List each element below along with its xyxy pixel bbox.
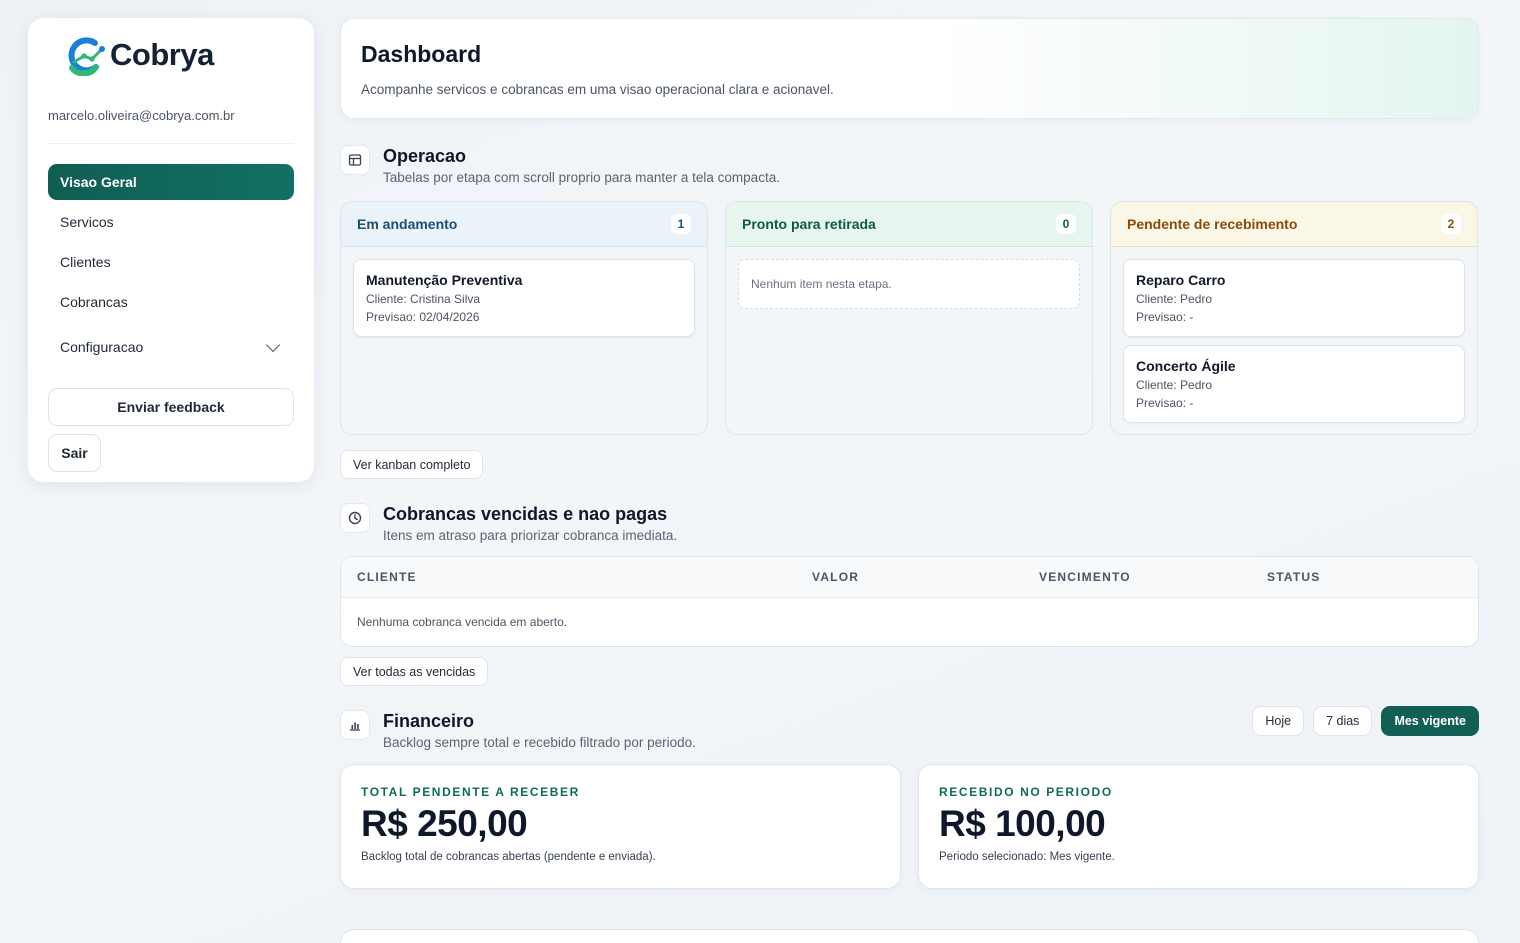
column-header: Pronto para retirada 0 — [726, 202, 1092, 247]
column-header-valor[interactable]: VALOR — [812, 570, 1039, 584]
operacao-title: Operacao — [383, 146, 467, 166]
column-header: Pendente de recebimento 2 — [1111, 202, 1477, 247]
service-title: Reparo Carro — [1136, 272, 1226, 288]
period-filter: Hoje 7 dias Mes vigente — [1252, 706, 1479, 736]
financeiro-section-header: Financeiro Backlog sempre total e recebi… — [340, 706, 1479, 750]
main-nav: Visao Geral Servicos Clientes Cobrancas … — [48, 164, 294, 366]
operacao-section-header: Operacao Tabelas por etapa com scroll pr… — [340, 145, 1479, 185]
service-forecast: Previsao: - — [1136, 310, 1194, 324]
service-client: Cliente: Pedro — [1136, 292, 1213, 306]
vencidas-title: Cobrancas vencidas e nao pagas — [383, 504, 668, 524]
send-feedback-button[interactable]: Enviar feedback — [48, 388, 294, 426]
service-forecast: Previsao: - — [1136, 396, 1194, 410]
brand-logo[interactable]: Cobrya — [62, 34, 294, 77]
financial-summary: TOTAL PENDENTE A RECEBER R$ 250,00 Backl… — [340, 764, 1479, 889]
table-header: CLIENTE VALOR VENCIMENTO STATUS — [341, 557, 1478, 598]
service-card[interactable]: Manutenção Preventiva Cliente: Cristina … — [353, 259, 695, 337]
table-icon — [340, 145, 370, 175]
service-client: Cliente: Pedro — [1136, 378, 1213, 392]
next-section-card — [340, 929, 1479, 943]
page-title: Dashboard — [361, 41, 482, 67]
chevron-down-icon — [265, 337, 281, 353]
column-header: Em andamento 1 — [341, 202, 707, 247]
kanban-column-pendente-de-recebimento: Pendente de recebimento 2 Reparo Carro C… — [1110, 201, 1478, 435]
view-full-kanban-button[interactable]: Ver kanban completo — [340, 450, 484, 479]
operacao-subtitle: Tabelas por etapa com scroll proprio par… — [383, 170, 780, 185]
nav-item-configuracao-label: Configuracao — [60, 339, 144, 355]
user-email: marcelo.oliveira@cobrya.com.br — [48, 108, 294, 144]
clock-icon — [340, 503, 370, 533]
nav-item-configuracao[interactable]: Configuracao — [48, 328, 294, 366]
cobrya-logo-icon — [62, 34, 108, 77]
period-7-days-button[interactable]: 7 dias — [1313, 706, 1373, 736]
logout-button[interactable]: Sair — [48, 434, 101, 472]
financeiro-subtitle: Backlog sempre total e recebido filtrado… — [383, 735, 696, 750]
dashboard-header: Dashboard Acompanhe servicos e cobrancas… — [340, 18, 1479, 119]
main-content: Dashboard Acompanhe servicos e cobrancas… — [340, 18, 1479, 889]
column-header-cliente[interactable]: CLIENTE — [357, 570, 812, 584]
received-period-note: Periodo selecionado: Mes vigente. — [939, 851, 1115, 863]
column-count-badge: 0 — [1056, 214, 1076, 234]
view-all-overdue-button[interactable]: Ver todas as vencidas — [340, 657, 489, 686]
service-card[interactable]: Concerto Ágile Cliente: Pedro Previsao: … — [1123, 345, 1465, 423]
column-title: Em andamento — [357, 216, 458, 232]
service-title: Concerto Ágile — [1136, 358, 1236, 374]
column-header-vencimento[interactable]: VENCIMENTO — [1039, 570, 1267, 584]
nav-item-clientes[interactable]: Clientes — [48, 244, 294, 280]
service-forecast: Previsao: 02/04/2026 — [366, 310, 480, 324]
vencidas-section-header: Cobrancas vencidas e nao pagas Itens em … — [340, 503, 1479, 543]
column-title: Pronto para retirada — [742, 216, 876, 232]
nav-item-visao-geral[interactable]: Visao Geral — [48, 164, 294, 200]
total-pending-note: Backlog total de cobrancas abertas (pend… — [361, 851, 656, 863]
brand-name: Cobrya — [110, 37, 214, 72]
vencidas-subtitle: Itens em atraso para priorizar cobranca … — [383, 528, 678, 543]
empty-table-message: Nenhuma cobranca vencida em aberto. — [357, 615, 568, 629]
sidebar: Cobrya marcelo.oliveira@cobrya.com.br Vi… — [28, 18, 314, 482]
kanban-column-em-andamento: Em andamento 1 Manutenção Preventiva Cli… — [340, 201, 708, 435]
service-card[interactable]: Reparo Carro Cliente: Pedro Previsao: - — [1123, 259, 1465, 337]
period-current-month-button[interactable]: Mes vigente — [1381, 706, 1479, 736]
received-period-card: RECEBIDO NO PERIODO R$ 100,00 Periodo se… — [918, 764, 1479, 889]
column-title: Pendente de recebimento — [1127, 216, 1298, 232]
total-pending-label: TOTAL PENDENTE A RECEBER — [361, 785, 580, 799]
overdue-table: CLIENTE VALOR VENCIMENTO STATUS Nenhuma … — [340, 556, 1479, 647]
total-pending-value: R$ 250,00 — [361, 803, 528, 844]
column-count-badge: 2 — [1441, 214, 1461, 234]
service-title: Manutenção Preventiva — [366, 272, 523, 288]
total-pending-card: TOTAL PENDENTE A RECEBER R$ 250,00 Backl… — [340, 764, 901, 889]
page-subtitle: Acompanhe servicos e cobrancas em uma vi… — [361, 82, 834, 97]
service-client: Cliente: Cristina Silva — [366, 292, 481, 306]
received-period-label: RECEBIDO NO PERIODO — [939, 785, 1113, 799]
nav-item-cobrancas[interactable]: Cobrancas — [48, 284, 294, 320]
kanban-column-pronto-para-retirada: Pronto para retirada 0 Nenhum item nesta… — [725, 201, 1093, 435]
bar-chart-icon — [340, 710, 370, 740]
kanban-preview: Em andamento 1 Manutenção Preventiva Cli… — [340, 201, 1479, 435]
financeiro-title: Financeiro — [383, 711, 475, 731]
column-count-badge: 1 — [671, 214, 691, 234]
nav-item-servicos[interactable]: Servicos — [48, 204, 294, 240]
column-header-status[interactable]: STATUS — [1267, 570, 1320, 584]
received-period-value: R$ 100,00 — [939, 803, 1106, 844]
period-today-button[interactable]: Hoje — [1252, 706, 1305, 736]
empty-column-message: Nenhum item nesta etapa. — [738, 259, 1080, 309]
